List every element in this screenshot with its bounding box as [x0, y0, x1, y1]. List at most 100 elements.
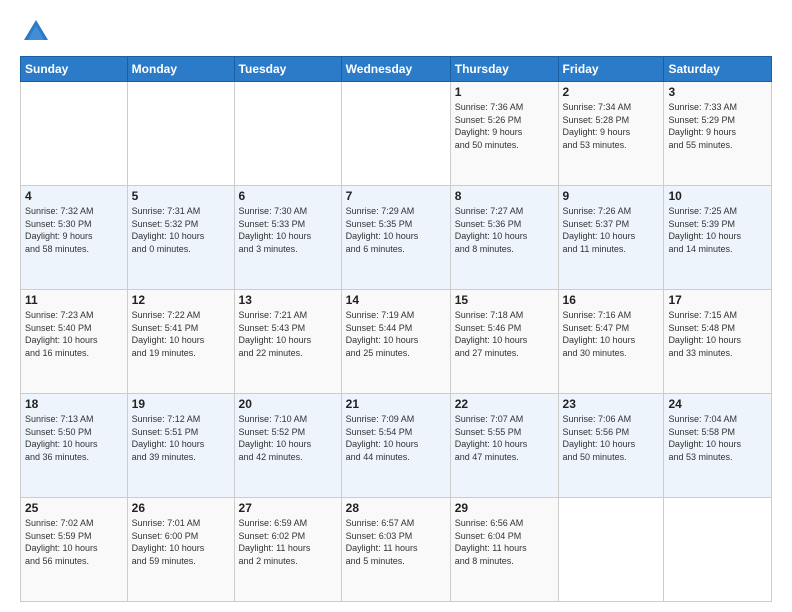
- day-number: 10: [668, 189, 767, 203]
- header: [20, 16, 772, 48]
- logo: [20, 16, 56, 48]
- day-info: Sunrise: 6:56 AMSunset: 6:04 PMDaylight:…: [455, 517, 554, 567]
- day-number: 2: [563, 85, 660, 99]
- day-number: 19: [132, 397, 230, 411]
- calendar-cell: 27 Sunrise: 6:59 AMSunset: 6:02 PMDayligh…: [234, 498, 341, 602]
- calendar-cell: 29 Sunrise: 6:56 AMSunset: 6:04 PMDayligh…: [450, 498, 558, 602]
- calendar-cell: [558, 498, 664, 602]
- day-number: 17: [668, 293, 767, 307]
- day-info: Sunrise: 7:10 AMSunset: 5:52 PMDaylight:…: [239, 413, 337, 463]
- day-info: Sunrise: 7:22 AMSunset: 5:41 PMDaylight:…: [132, 309, 230, 359]
- day-number: 15: [455, 293, 554, 307]
- day-number: 4: [25, 189, 123, 203]
- calendar-header: SundayMondayTuesdayWednesdayThursdayFrid…: [21, 57, 772, 82]
- week-row-1: 1 Sunrise: 7:36 AMSunset: 5:26 PMDaylight…: [21, 82, 772, 186]
- calendar-cell: 15 Sunrise: 7:18 AMSunset: 5:46 PMDayligh…: [450, 290, 558, 394]
- day-number: 12: [132, 293, 230, 307]
- calendar-cell: 17Sunrise: 7:15 AMSunset: 5:48 PMDayligh…: [664, 290, 772, 394]
- day-number: 18: [25, 397, 123, 411]
- calendar-cell: 10 Sunrise: 7:25 AMSunset: 5:39 PMDayligh…: [664, 186, 772, 290]
- calendar-cell: [664, 498, 772, 602]
- day-info: Sunrise: 7:01 AMSunset: 6:00 PMDaylight:…: [132, 517, 230, 567]
- day-info: Sunrise: 7:36 AMSunset: 5:26 PMDaylight:…: [455, 101, 554, 151]
- day-number: 25: [25, 501, 123, 515]
- day-number: 3: [668, 85, 767, 99]
- day-info: Sunrise: 7:06 AMSunset: 5:56 PMDaylight:…: [563, 413, 660, 463]
- day-number: 20: [239, 397, 337, 411]
- day-info: Sunrise: 7:07 AMSunset: 5:55 PMDaylight:…: [455, 413, 554, 463]
- day-number: 23: [563, 397, 660, 411]
- weekday-header-sunday: Sunday: [21, 57, 128, 82]
- day-number: 1: [455, 85, 554, 99]
- calendar-cell: 23 Sunrise: 7:06 AMSunset: 5:56 PMDayligh…: [558, 394, 664, 498]
- day-number: 11: [25, 293, 123, 307]
- weekday-header-tuesday: Tuesday: [234, 57, 341, 82]
- week-row-5: 25 Sunrise: 7:02 AMSunset: 5:59 PMDayligh…: [21, 498, 772, 602]
- calendar-cell: 12 Sunrise: 7:22 AMSunset: 5:41 PMDayligh…: [127, 290, 234, 394]
- week-row-3: 11 Sunrise: 7:23 AMSunset: 5:40 PMDayligh…: [21, 290, 772, 394]
- day-number: 8: [455, 189, 554, 203]
- calendar-cell: 16 Sunrise: 7:16 AMSunset: 5:47 PMDayligh…: [558, 290, 664, 394]
- logo-icon: [20, 16, 52, 48]
- calendar-cell: 19 Sunrise: 7:12 AMSunset: 5:51 PMDayligh…: [127, 394, 234, 498]
- day-number: 13: [239, 293, 337, 307]
- calendar-cell: 26 Sunrise: 7:01 AMSunset: 6:00 PMDayligh…: [127, 498, 234, 602]
- calendar-cell: 22 Sunrise: 7:07 AMSunset: 5:55 PMDayligh…: [450, 394, 558, 498]
- weekday-header-row: SundayMondayTuesdayWednesdayThursdayFrid…: [21, 57, 772, 82]
- day-info: Sunrise: 7:18 AMSunset: 5:46 PMDaylight:…: [455, 309, 554, 359]
- weekday-header-wednesday: Wednesday: [341, 57, 450, 82]
- calendar-cell: 7Sunrise: 7:29 AMSunset: 5:35 PMDaylight…: [341, 186, 450, 290]
- calendar-body: 1 Sunrise: 7:36 AMSunset: 5:26 PMDaylight…: [21, 82, 772, 602]
- calendar-cell: 11 Sunrise: 7:23 AMSunset: 5:40 PMDayligh…: [21, 290, 128, 394]
- calendar-cell: 1 Sunrise: 7:36 AMSunset: 5:26 PMDaylight…: [450, 82, 558, 186]
- day-number: 6: [239, 189, 337, 203]
- day-number: 29: [455, 501, 554, 515]
- calendar-cell: 2Sunrise: 7:34 AMSunset: 5:28 PMDaylight…: [558, 82, 664, 186]
- weekday-header-saturday: Saturday: [664, 57, 772, 82]
- calendar-cell: 24 Sunrise: 7:04 AMSunset: 5:58 PMDayligh…: [664, 394, 772, 498]
- weekday-header-thursday: Thursday: [450, 57, 558, 82]
- day-info: Sunrise: 7:21 AMSunset: 5:43 PMDaylight:…: [239, 309, 337, 359]
- calendar-cell: 13 Sunrise: 7:21 AMSunset: 5:43 PMDayligh…: [234, 290, 341, 394]
- day-number: 28: [346, 501, 446, 515]
- calendar-cell: 28 Sunrise: 6:57 AMSunset: 6:03 PMDayligh…: [341, 498, 450, 602]
- calendar-cell: 5 Sunrise: 7:31 AMSunset: 5:32 PMDaylight…: [127, 186, 234, 290]
- day-info: Sunrise: 7:16 AMSunset: 5:47 PMDaylight:…: [563, 309, 660, 359]
- page: SundayMondayTuesdayWednesdayThursdayFrid…: [0, 0, 792, 612]
- day-number: 16: [563, 293, 660, 307]
- day-number: 22: [455, 397, 554, 411]
- day-info: Sunrise: 6:57 AMSunset: 6:03 PMDaylight:…: [346, 517, 446, 567]
- week-row-4: 18 Sunrise: 7:13 AMSunset: 5:50 PMDayligh…: [21, 394, 772, 498]
- calendar-cell: 20 Sunrise: 7:10 AMSunset: 5:52 PMDayligh…: [234, 394, 341, 498]
- day-number: 27: [239, 501, 337, 515]
- day-info: Sunrise: 7:30 AMSunset: 5:33 PMDaylight:…: [239, 205, 337, 255]
- day-info: Sunrise: 7:26 AMSunset: 5:37 PMDaylight:…: [563, 205, 660, 255]
- day-info: Sunrise: 6:59 AMSunset: 6:02 PMDaylight:…: [239, 517, 337, 567]
- day-info: Sunrise: 7:31 AMSunset: 5:32 PMDaylight:…: [132, 205, 230, 255]
- day-info: Sunrise: 7:04 AMSunset: 5:58 PMDaylight:…: [668, 413, 767, 463]
- day-info: Sunrise: 7:25 AMSunset: 5:39 PMDaylight:…: [668, 205, 767, 255]
- day-info: Sunrise: 7:29 AMSunset: 5:35 PMDaylight:…: [346, 205, 446, 255]
- calendar-cell: [234, 82, 341, 186]
- weekday-header-monday: Monday: [127, 57, 234, 82]
- week-row-2: 4 Sunrise: 7:32 AMSunset: 5:30 PMDaylight…: [21, 186, 772, 290]
- day-info: Sunrise: 7:12 AMSunset: 5:51 PMDaylight:…: [132, 413, 230, 463]
- day-number: 9: [563, 189, 660, 203]
- day-info: Sunrise: 7:13 AMSunset: 5:50 PMDaylight:…: [25, 413, 123, 463]
- calendar-cell: 3 Sunrise: 7:33 AMSunset: 5:29 PMDaylight…: [664, 82, 772, 186]
- calendar-cell: 4 Sunrise: 7:32 AMSunset: 5:30 PMDaylight…: [21, 186, 128, 290]
- day-info: Sunrise: 7:32 AMSunset: 5:30 PMDaylight:…: [25, 205, 123, 255]
- day-number: 5: [132, 189, 230, 203]
- calendar-cell: [341, 82, 450, 186]
- calendar-cell: 8 Sunrise: 7:27 AMSunset: 5:36 PMDaylight…: [450, 186, 558, 290]
- day-number: 24: [668, 397, 767, 411]
- day-info: Sunrise: 7:33 AMSunset: 5:29 PMDaylight:…: [668, 101, 767, 151]
- calendar-cell: 25 Sunrise: 7:02 AMSunset: 5:59 PMDayligh…: [21, 498, 128, 602]
- day-number: 26: [132, 501, 230, 515]
- day-info: Sunrise: 7:23 AMSunset: 5:40 PMDaylight:…: [25, 309, 123, 359]
- calendar-cell: 21Sunrise: 7:09 AMSunset: 5:54 PMDayligh…: [341, 394, 450, 498]
- calendar-cell: [21, 82, 128, 186]
- day-info: Sunrise: 7:27 AMSunset: 5:36 PMDaylight:…: [455, 205, 554, 255]
- calendar-cell: [127, 82, 234, 186]
- day-info: Sunrise: 7:02 AMSunset: 5:59 PMDaylight:…: [25, 517, 123, 567]
